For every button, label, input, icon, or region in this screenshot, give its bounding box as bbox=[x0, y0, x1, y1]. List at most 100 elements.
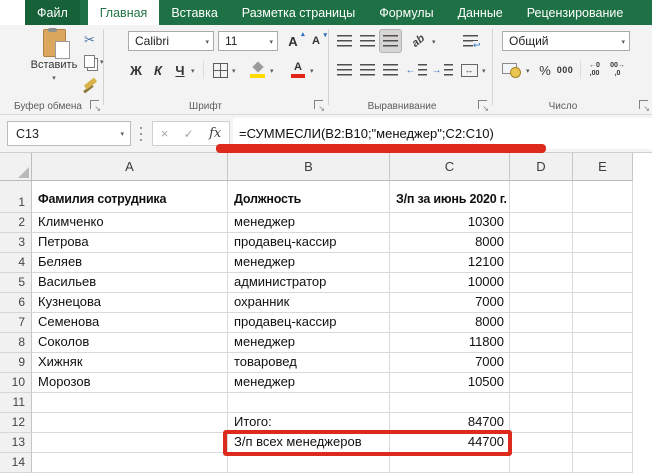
cell-E6[interactable] bbox=[573, 293, 633, 313]
cell-B2[interactable]: менеджер bbox=[228, 213, 390, 233]
cell-B4[interactable]: менеджер bbox=[228, 253, 390, 273]
cell-C5[interactable]: 10000 bbox=[390, 273, 510, 293]
accounting-dropdown-icon[interactable]: ▾ bbox=[526, 67, 530, 75]
cell-C6[interactable]: 7000 bbox=[390, 293, 510, 313]
cell-A4[interactable]: Беляев bbox=[32, 253, 228, 273]
cell-E13[interactable] bbox=[573, 433, 633, 453]
cell-A11[interactable] bbox=[32, 393, 228, 413]
cell-E1[interactable] bbox=[573, 181, 633, 213]
cell-C2[interactable]: 10300 bbox=[390, 213, 510, 233]
row-header-1[interactable]: 1 bbox=[0, 181, 32, 213]
number-dialog-launcher-icon[interactable] bbox=[639, 100, 650, 113]
wrap-text-button[interactable] bbox=[458, 30, 482, 52]
column-header-D[interactable]: D bbox=[510, 153, 573, 181]
paste-button[interactable]: Вставить ▾ bbox=[28, 28, 80, 101]
align-center-button[interactable] bbox=[357, 59, 378, 81]
tab-3[interactable]: Разметка страницы bbox=[230, 0, 367, 25]
align-left-button[interactable] bbox=[334, 59, 355, 81]
cell-A2[interactable]: Климченко bbox=[32, 213, 228, 233]
cell-D6[interactable] bbox=[510, 293, 573, 313]
row-header-14[interactable]: 14 bbox=[0, 453, 32, 473]
row-header-10[interactable]: 10 bbox=[0, 373, 32, 393]
row-header-12[interactable]: 12 bbox=[0, 413, 32, 433]
cell-D10[interactable] bbox=[510, 373, 573, 393]
orientation-button[interactable]: ab bbox=[406, 30, 430, 52]
row-header-11[interactable]: 11 bbox=[0, 393, 32, 413]
tab-4[interactable]: Формулы bbox=[367, 0, 445, 25]
cell-C3[interactable]: 8000 bbox=[390, 233, 510, 253]
row-header-3[interactable]: 3 bbox=[0, 233, 32, 253]
cell-B5[interactable]: администратор bbox=[228, 273, 390, 293]
cut-icon[interactable]: ✂ bbox=[84, 33, 95, 46]
cell-A3[interactable]: Петрова bbox=[32, 233, 228, 253]
font-color-button[interactable]: А bbox=[288, 59, 308, 81]
italic-button[interactable]: К bbox=[148, 59, 168, 81]
align-middle-button[interactable] bbox=[357, 30, 378, 52]
cell-E8[interactable] bbox=[573, 333, 633, 353]
format-painter-icon[interactable] bbox=[83, 77, 98, 90]
decrease-decimal-button[interactable]: 00→ ,0 bbox=[607, 59, 628, 81]
row-header-7[interactable]: 7 bbox=[0, 313, 32, 333]
copy-icon[interactable] bbox=[84, 55, 95, 68]
bold-button[interactable]: Ж bbox=[126, 59, 146, 81]
row-header-9[interactable]: 9 bbox=[0, 353, 32, 373]
underline-dropdown-icon[interactable]: ▾ bbox=[191, 67, 195, 75]
fill-color-dropdown-icon[interactable]: ▾ bbox=[270, 67, 274, 75]
cell-A8[interactable]: Соколов bbox=[32, 333, 228, 353]
cell-A13[interactable] bbox=[32, 433, 228, 453]
cell-B10[interactable]: менеджер bbox=[228, 373, 390, 393]
font-name-combo[interactable]: Calibri ▾ bbox=[128, 31, 214, 51]
decrease-font-size-button[interactable]: А ▾ bbox=[306, 30, 327, 52]
align-right-button[interactable] bbox=[380, 59, 401, 81]
row-header-13[interactable]: 13 bbox=[0, 433, 32, 453]
tab-5[interactable]: Данные bbox=[446, 0, 515, 25]
align-top-button[interactable] bbox=[334, 30, 355, 52]
underline-button[interactable]: Ч bbox=[170, 59, 190, 81]
cell-D11[interactable] bbox=[510, 393, 573, 413]
borders-dropdown-icon[interactable]: ▾ bbox=[232, 67, 236, 75]
cell-D4[interactable] bbox=[510, 253, 573, 273]
row-header-2[interactable]: 2 bbox=[0, 213, 32, 233]
cell-D12[interactable] bbox=[510, 413, 573, 433]
formula-bar-resize-handle[interactable] bbox=[140, 127, 142, 141]
cell-E11[interactable] bbox=[573, 393, 633, 413]
cell-B6[interactable]: охранник bbox=[228, 293, 390, 313]
cell-C1[interactable]: З/п за июнь 2020 г. bbox=[390, 181, 510, 213]
cell-C9[interactable]: 7000 bbox=[390, 353, 510, 373]
cell-A10[interactable]: Морозов bbox=[32, 373, 228, 393]
tab-6[interactable]: Рецензирование bbox=[515, 0, 636, 25]
name-box-dropdown-icon[interactable]: ▾ bbox=[120, 130, 124, 138]
insert-function-icon[interactable]: fx bbox=[209, 126, 221, 141]
row-header-5[interactable]: 5 bbox=[0, 273, 32, 293]
row-header-8[interactable]: 8 bbox=[0, 333, 32, 353]
percent-style-button[interactable]: % bbox=[536, 59, 554, 81]
fill-color-button[interactable] bbox=[248, 59, 268, 81]
cell-C14[interactable] bbox=[390, 453, 510, 473]
cell-B1[interactable]: Должность bbox=[228, 181, 390, 213]
column-header-A[interactable]: A bbox=[32, 153, 228, 181]
align-bottom-button[interactable] bbox=[379, 29, 402, 53]
cell-E12[interactable] bbox=[573, 413, 633, 433]
cell-E5[interactable] bbox=[573, 273, 633, 293]
cell-E7[interactable] bbox=[573, 313, 633, 333]
column-header-E[interactable]: E bbox=[573, 153, 633, 181]
paste-dropdown-icon[interactable]: ▾ bbox=[52, 74, 56, 82]
tab-1[interactable]: Главная bbox=[87, 0, 160, 25]
cell-C4[interactable]: 12100 bbox=[390, 253, 510, 273]
cell-D14[interactable] bbox=[510, 453, 573, 473]
cell-C8[interactable]: 11800 bbox=[390, 333, 510, 353]
cell-D1[interactable] bbox=[510, 181, 573, 213]
alignment-dialog-launcher-icon[interactable] bbox=[478, 100, 489, 113]
column-header-C[interactable]: C bbox=[390, 153, 510, 181]
cell-B8[interactable]: менеджер bbox=[228, 333, 390, 353]
cell-A6[interactable]: Кузнецова bbox=[32, 293, 228, 313]
comma-style-button[interactable]: 000 bbox=[554, 59, 576, 81]
cell-C10[interactable]: 10500 bbox=[390, 373, 510, 393]
font-dialog-launcher-icon[interactable] bbox=[314, 100, 325, 113]
column-header-B[interactable]: B bbox=[228, 153, 390, 181]
name-box[interactable]: C13 ▾ bbox=[7, 121, 131, 146]
cell-E3[interactable] bbox=[573, 233, 633, 253]
increase-indent-button[interactable]: → bbox=[430, 59, 454, 81]
clipboard-dialog-launcher-icon[interactable] bbox=[90, 100, 101, 113]
row-header-6[interactable]: 6 bbox=[0, 293, 32, 313]
